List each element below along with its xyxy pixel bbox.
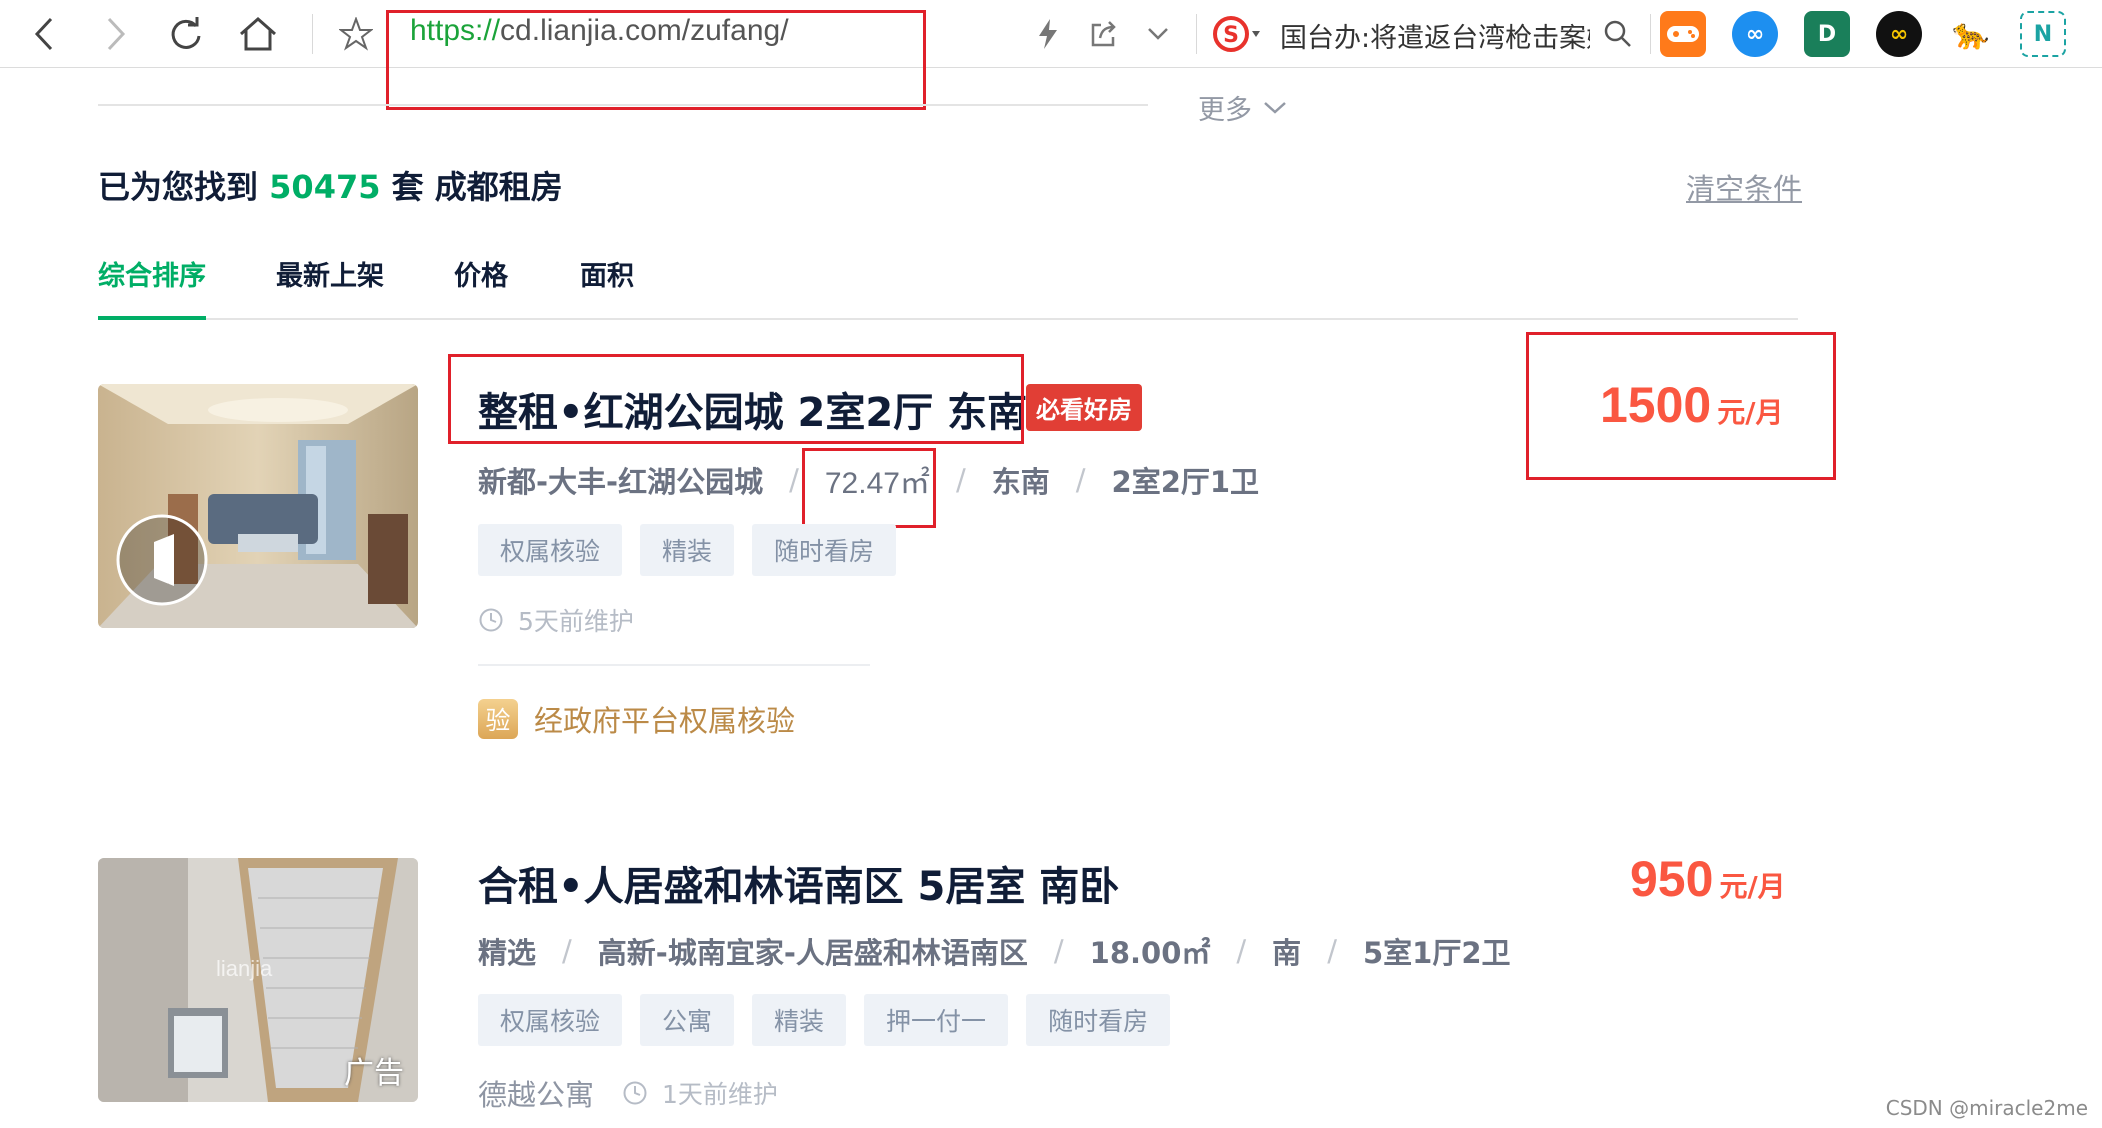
tab-price[interactable]: 价格: [454, 254, 508, 320]
listing-label: 精选: [478, 936, 537, 970]
svg-text:S: S: [1223, 23, 1239, 48]
listing-orientation: 南: [1272, 936, 1302, 970]
reload-icon: [171, 17, 201, 49]
listing-meta: 精选 / 高新-城南宜家-人居盛和林语南区 / 18.00㎡ / 南 / 5室1…: [478, 930, 1511, 972]
more-filters-button[interactable]: 更多: [1198, 88, 1288, 127]
home-button[interactable]: [232, 8, 284, 60]
chevron-down-icon: [1264, 101, 1286, 114]
tab-newest[interactable]: 最新上架: [276, 254, 384, 320]
annotation-box-area: [802, 448, 936, 528]
tag: 精装: [640, 524, 735, 576]
result-suffix: 套 成都租房: [391, 168, 563, 206]
listing-tags: 权属核验 公寓 精装 押一付一 随时看房: [478, 994, 1171, 1046]
bookmark-button[interactable]: [330, 8, 382, 60]
search-suggestion-text[interactable]: 国台办:将遣返台湾枪击案嫌: [1280, 16, 1590, 55]
ad-label: 广告: [344, 1056, 404, 1091]
brand-name[interactable]: 德越公寓: [478, 1072, 594, 1114]
speed-mode-button[interactable]: [1022, 8, 1074, 60]
back-icon: [34, 17, 53, 51]
tab-area[interactable]: 面积: [580, 254, 634, 320]
listing-orientation: 东南: [991, 465, 1050, 499]
tag: 权属核验: [478, 994, 623, 1046]
listing-tags: 权属核验 精装 随时看房: [478, 524, 897, 576]
infinity-extension-icon[interactable]: ∞: [1732, 11, 1778, 57]
verification-note: 验 经政府平台权属核验: [478, 698, 795, 740]
game-extension-icon[interactable]: [1660, 11, 1706, 57]
listing-divider: [478, 664, 870, 666]
listing-location[interactable]: 高新-城南宜家-人居盛和林语南区: [598, 930, 1028, 972]
price-value: 950: [1630, 851, 1714, 907]
tab-comprehensive[interactable]: 综合排序: [98, 254, 206, 320]
infinity-dark-extension-icon[interactable]: ∞: [1876, 11, 1922, 57]
home-icon: [240, 16, 276, 51]
tag: 随时看房: [1026, 994, 1171, 1046]
listing-layout: 2室2厅1卫: [1111, 465, 1260, 499]
csdn-watermark: CSDN @miracle2me: [1885, 1096, 2088, 1120]
cat-extension-icon[interactable]: 🐆: [1948, 11, 1994, 57]
back-button[interactable]: [18, 8, 70, 60]
result-count-heading: 已为您找到 50475 套 成都租房: [98, 162, 563, 208]
listing-photo[interactable]: [98, 384, 418, 628]
chevron-down-icon: [1148, 28, 1168, 40]
maintenance-text: 1天前维护: [662, 1080, 778, 1109]
tag: 权属核验: [478, 524, 623, 576]
reload-button[interactable]: [160, 8, 212, 60]
filter-divider: [98, 104, 1148, 106]
panorama-icon: [116, 514, 208, 606]
lightning-icon: [1039, 19, 1057, 49]
listing-title[interactable]: 合租•人居盛和林语南区 5居室 南卧: [478, 854, 1119, 912]
verify-icon: 验: [478, 699, 518, 739]
tag: 押一付一: [864, 994, 1009, 1046]
clear-filters-link[interactable]: 清空条件: [1686, 166, 1802, 208]
browser-toolbar: https://cd.lianjia.com/zufang/ S 国台办:将遣返…: [0, 0, 2102, 68]
listing-price: 950 元/月: [1630, 850, 1786, 908]
address-dropdown-button[interactable]: [1132, 8, 1184, 60]
annotation-box-title: [448, 354, 1024, 444]
photo-watermark: lianjia: [216, 956, 273, 981]
tag: 精装: [752, 994, 847, 1046]
search-icon: [1604, 20, 1631, 47]
sort-tabs: 综合排序 最新上架 价格 面积: [98, 254, 1798, 320]
maintenance-info: 德越公寓 1天前维护: [478, 1072, 778, 1114]
share-icon: [1091, 21, 1116, 47]
maintenance-info: 5天前维护: [478, 602, 634, 638]
listing-area: 18.00㎡: [1089, 936, 1211, 970]
forward-button[interactable]: [90, 8, 142, 60]
star-icon: [339, 17, 373, 51]
ds-extension-icon[interactable]: D: [1804, 11, 1850, 57]
must-see-badge: 必看好房: [1026, 384, 1142, 431]
tag: 公寓: [640, 994, 735, 1046]
listing-location[interactable]: 新都-大丰-红湖公园城: [478, 459, 763, 501]
annotation-box-price: [1526, 332, 1836, 480]
share-button[interactable]: [1078, 8, 1130, 60]
sogou-logo-icon: S: [1213, 16, 1260, 52]
clock-icon: [479, 608, 503, 632]
tag: 随时看房: [752, 524, 897, 576]
more-filters-label: 更多: [1198, 95, 1252, 126]
search-button[interactable]: [1592, 8, 1644, 60]
search-engine-selector[interactable]: S: [1208, 8, 1268, 60]
price-unit: 元/月: [1719, 870, 1786, 903]
clock-icon: [623, 1081, 647, 1105]
maintenance-text: 5天前维护: [518, 607, 634, 636]
result-prefix: 已为您找到: [98, 168, 259, 206]
annotation-box-url: [386, 10, 926, 110]
n-extension-icon[interactable]: N: [2020, 11, 2066, 57]
listing-layout: 5室1厅2卫: [1362, 936, 1511, 970]
listing-photo[interactable]: lianjia 广告: [98, 858, 418, 1102]
verification-text: 经政府平台权属核验: [534, 704, 796, 738]
forward-icon: [107, 17, 126, 51]
result-count: 50475: [269, 168, 381, 206]
